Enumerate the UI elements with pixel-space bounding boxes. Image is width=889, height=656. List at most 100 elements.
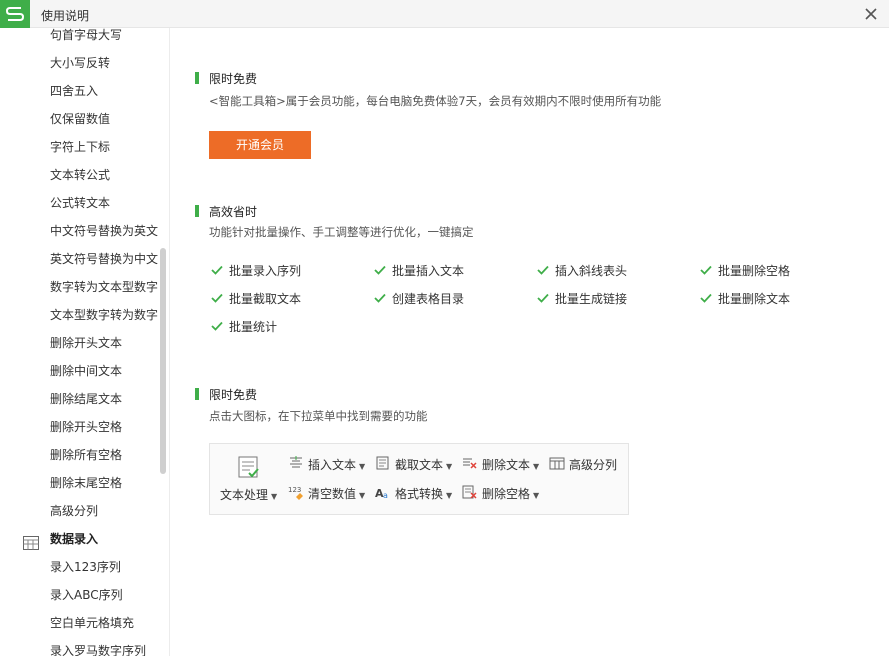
delete-spaces-icon bbox=[462, 485, 478, 502]
sidebar-item-label: 句首字母大写 bbox=[50, 28, 123, 42]
sidebar-group-header[interactable]: 数据录入 bbox=[0, 525, 162, 553]
sidebar-item-label: 高级分列 bbox=[50, 504, 99, 518]
sidebar-item[interactable]: 文本型数字转为数字 bbox=[0, 301, 162, 329]
sidebar-item[interactable]: 删除末尾空格 bbox=[0, 469, 162, 497]
check-icon bbox=[537, 292, 549, 306]
sidebar-item-label: 空白单元格填充 bbox=[50, 616, 135, 630]
sidebar-item[interactable]: 删除所有空格 bbox=[0, 441, 162, 469]
check-icon bbox=[211, 264, 223, 278]
sidebar-item-label: 数据录入 bbox=[50, 532, 99, 546]
section-title-free: 限时免费 bbox=[209, 72, 258, 86]
section-desc-usage: 点击大图标，在下拉菜单中找到需要的功能 bbox=[209, 409, 428, 423]
feature-label: 创建表格目录 bbox=[392, 292, 465, 306]
dropdown-arrow-icon: ▼ bbox=[446, 491, 453, 500]
feature-label: 批量生成链接 bbox=[555, 292, 628, 306]
sidebar-item[interactable]: 文本转公式 bbox=[0, 161, 162, 189]
sidebar-item-label: 文本型数字转为数字 bbox=[50, 308, 159, 322]
sidebar-item[interactable]: 删除中间文本 bbox=[0, 357, 162, 385]
clear-values-label: 清空数值 bbox=[308, 487, 357, 501]
svg-text:123: 123 bbox=[288, 486, 301, 494]
sidebar-item-label: 数字转为文本型数字 bbox=[50, 280, 159, 294]
section-desc-free: <智能工具箱>属于会员功能，每台电脑免费体验7天，会员有效期内不限时使用所有功能 bbox=[209, 94, 662, 108]
dropdown-arrow-icon: ▼ bbox=[359, 491, 366, 500]
sidebar-item[interactable]: 删除结尾文本 bbox=[0, 385, 162, 413]
title-bar: 使用说明 bbox=[0, 0, 889, 28]
sidebar-item[interactable]: 大小写反转 bbox=[0, 49, 162, 77]
check-icon bbox=[211, 292, 223, 306]
sidebar-item-label: 英文符号替换为中文 bbox=[50, 252, 159, 266]
dropdown-arrow-icon: ▼ bbox=[446, 462, 453, 471]
feature-label: 批量统计 bbox=[229, 320, 278, 334]
sidebar-item-label: 删除开头文本 bbox=[50, 336, 123, 350]
close-icon[interactable] bbox=[861, 4, 881, 24]
advanced-split-icon bbox=[549, 456, 565, 473]
sidebar-item[interactable]: 公式转文本 bbox=[0, 189, 162, 217]
sidebar-item-label: 中文符号替换为英文 bbox=[50, 224, 159, 238]
section-title-usage: 限时免费 bbox=[209, 388, 258, 402]
clear-values-icon: 123 bbox=[288, 485, 306, 504]
sidebar-item[interactable]: 空白单元格填充 bbox=[0, 609, 162, 637]
sidebar-item-label: 删除末尾空格 bbox=[50, 476, 123, 490]
sidebar-item[interactable]: 四舍五入 bbox=[0, 77, 162, 105]
section-desc-efficient: 功能针对批量操作、手工调整等进行优化，一键搞定 bbox=[209, 225, 474, 239]
format-convert-icon: Aa bbox=[375, 485, 391, 502]
format-convert-label: 格式转换 bbox=[395, 487, 444, 501]
feature-label: 批量删除空格 bbox=[718, 264, 791, 278]
sidebar-item-label: 四舍五入 bbox=[50, 84, 99, 98]
delete-spaces-label: 删除空格 bbox=[482, 487, 531, 501]
feature-label: 批量插入文本 bbox=[392, 264, 465, 278]
feature-label: 批量删除文本 bbox=[718, 292, 791, 306]
sidebar-item[interactable]: 数字转为文本型数字 bbox=[0, 273, 162, 301]
open-membership-button[interactable]: 开通会员 bbox=[209, 131, 311, 159]
sidebar-item-label: 文本转公式 bbox=[50, 168, 111, 182]
dropdown-arrow-icon: ▼ bbox=[533, 491, 540, 500]
sidebar-item[interactable]: 录入ABC序列 bbox=[0, 581, 162, 609]
extract-text-label: 截取文本 bbox=[395, 458, 444, 472]
check-icon bbox=[374, 264, 386, 278]
advanced-split-label: 高级分列 bbox=[569, 458, 618, 472]
sidebar-item[interactable]: 中文符号替换为英文 bbox=[0, 217, 162, 245]
section-title-efficient: 高效省时 bbox=[209, 205, 258, 219]
text-process-label: 文本处理 bbox=[220, 488, 269, 502]
section-marker bbox=[195, 388, 199, 400]
sidebar-item-label: 删除开头空格 bbox=[50, 420, 123, 434]
insert-text-icon bbox=[288, 456, 304, 473]
sidebar-item-label: 仅保留数值 bbox=[50, 112, 111, 126]
feature-label: 批量截取文本 bbox=[229, 292, 302, 306]
sidebar-item-label: 录入ABC序列 bbox=[50, 588, 123, 602]
sidebar-item[interactable]: 录入123序列 bbox=[0, 553, 162, 581]
sidebar-item[interactable]: 英文符号替换为中文 bbox=[0, 245, 162, 273]
toolbar-preview: 文本处理 ▼ 插入文本 ▼ 截取文本 ▼ 删除文本 ▼ 高级分列 123 清空数值 ▼ A… bbox=[209, 443, 629, 515]
check-icon bbox=[537, 264, 549, 278]
delete-text-label: 删除文本 bbox=[482, 458, 531, 472]
check-icon bbox=[211, 320, 223, 334]
sidebar-item[interactable]: 高级分列 bbox=[0, 497, 162, 525]
sidebar-item[interactable]: 仅保留数值 bbox=[0, 105, 162, 133]
section-marker bbox=[195, 205, 199, 217]
section-marker bbox=[195, 72, 199, 84]
sidebar-item[interactable]: 删除开头文本 bbox=[0, 329, 162, 357]
check-icon bbox=[700, 292, 712, 306]
insert-text-label: 插入文本 bbox=[308, 458, 357, 472]
check-icon bbox=[700, 264, 712, 278]
window-title: 使用说明 bbox=[41, 9, 90, 23]
extract-text-icon bbox=[375, 456, 391, 473]
sidebar-scrollbar[interactable] bbox=[160, 248, 166, 474]
text-process-button[interactable]: 文本处理 ▼ bbox=[216, 450, 280, 510]
feature-label: 批量录入序列 bbox=[229, 264, 302, 278]
text-process-icon bbox=[238, 456, 260, 483]
sidebar-item-label: 公式转文本 bbox=[50, 196, 111, 210]
sidebar-item[interactable]: 删除开头空格 bbox=[0, 413, 162, 441]
sidebar-item[interactable]: 句首字母大写 bbox=[0, 28, 162, 49]
sidebar-item-label: 删除结尾文本 bbox=[50, 392, 123, 406]
sidebar-item-label: 删除中间文本 bbox=[50, 364, 123, 378]
sidebar-item-label: 录入罗马数字序列 bbox=[50, 644, 147, 656]
sidebar-item[interactable]: 字符上下标 bbox=[0, 133, 162, 161]
sidebar-item-label: 删除所有空格 bbox=[50, 448, 123, 462]
main-content: 限时免费 <智能工具箱>属于会员功能，每台电脑免费体验7天，会员有效期内不限时使… bbox=[171, 28, 889, 656]
app-logo-icon bbox=[0, 0, 30, 28]
check-icon bbox=[374, 292, 386, 306]
feature-label: 插入斜线表头 bbox=[555, 264, 628, 278]
sidebar-item[interactable]: 录入罗马数字序列 bbox=[0, 637, 162, 656]
sidebar: 句首字母大写大小写反转四舍五入仅保留数值字符上下标文本转公式公式转文本中文符号替… bbox=[0, 28, 170, 656]
